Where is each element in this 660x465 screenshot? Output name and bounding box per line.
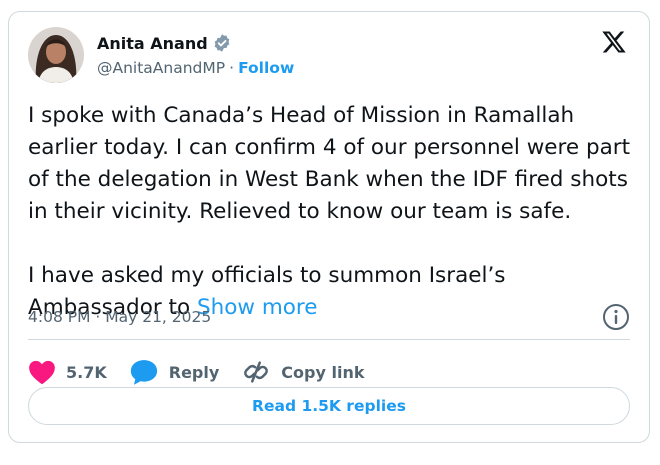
timestamp[interactable]: 4:08 PM · May 21, 2025 [28, 308, 211, 326]
divider [28, 339, 630, 340]
author-handle[interactable]: @AnitaAnandMP [97, 59, 225, 77]
x-logo-icon[interactable] [601, 29, 627, 55]
like-count: 5.7K [66, 362, 107, 382]
reply-bubble-icon [130, 360, 157, 385]
tweet-paragraph-1: I spoke with Canada’s Head of Mission in… [28, 103, 631, 224]
like-button[interactable]: 5.7K [28, 359, 107, 385]
avatar[interactable] [28, 27, 84, 83]
author-row: Anita Anand [97, 33, 232, 53]
copy-link-button[interactable]: Copy link [241, 357, 364, 387]
separator-dot: · [229, 59, 235, 77]
copy-link-label: Copy link [281, 362, 365, 382]
info-icon[interactable] [601, 302, 631, 332]
follow-button[interactable]: Follow [238, 59, 294, 77]
link-icon [244, 361, 269, 383]
read-replies-button[interactable]: Read 1.5K replies [28, 387, 630, 425]
read-replies-label: Read 1.5K replies [252, 397, 406, 415]
heart-icon [29, 360, 55, 385]
reply-label: Reply [168, 362, 220, 382]
handle-row: @AnitaAnandMP · Follow [97, 59, 294, 77]
tweet-card: Anita Anand @AnitaAnandMP · Follow I spoke… [8, 11, 650, 443]
show-more-link[interactable]: Show more [197, 295, 318, 320]
tweet-text: I spoke with Canada’s Head of Mission in… [28, 100, 638, 324]
verified-badge-icon [212, 33, 232, 53]
author-name[interactable]: Anita Anand [97, 34, 208, 53]
reply-button[interactable]: Reply [129, 358, 220, 386]
